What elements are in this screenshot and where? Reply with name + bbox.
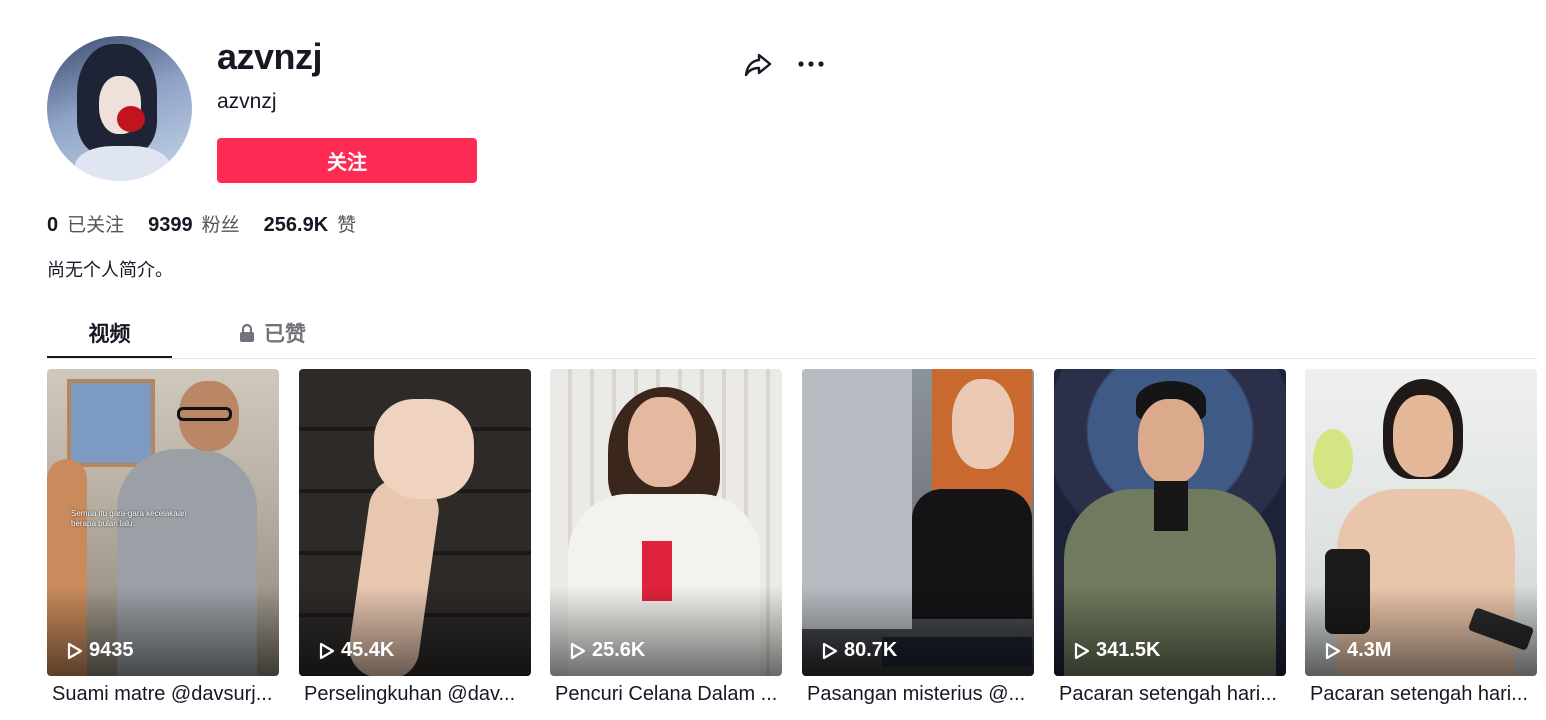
lock-icon [240,323,254,342]
profile-stats: 0 已关注 9399 粉丝 256.9K 赞 [47,210,380,237]
thumb-shade [1305,586,1537,676]
video-thumbnail[interactable]: 80.7K [802,369,1034,676]
follow-button[interactable]: 关注 [217,138,477,183]
profile-username: azvnzj [217,36,323,77]
avatar-rose [117,106,145,132]
thumb-figure [1154,481,1188,531]
profile-bio: 尚无个人简介。 [47,260,173,281]
tab-videos[interactable]: 视频 [47,310,172,358]
thumb-shade [550,586,782,676]
play-icon [1074,642,1090,659]
thumb-figure [1393,395,1453,477]
thumb-figure [952,379,1014,469]
video-card[interactable]: 4.3M Pacaran setengah hari... [1305,369,1537,706]
thumb-figure [374,399,474,499]
video-thumbnail[interactable]: 25.6K [550,369,782,676]
video-card[interactable]: 341.5K Pacaran setengah hari... [1054,369,1286,706]
tab-liked-label: 已赞 [264,322,306,346]
video-caption[interactable]: Pencuri Celana Dalam ... [550,683,780,706]
more-icon[interactable] [796,52,826,76]
play-icon [1325,642,1341,659]
thumb-shade [802,586,1034,676]
thumb-figure [177,407,232,421]
video-caption[interactable]: Perselingkuhan @dav... [299,683,529,706]
play-icon [67,642,83,659]
stat-followers-label: 粉丝 [201,214,240,236]
video-caption[interactable]: Pacaran setengah hari... [1305,683,1535,706]
view-count-value: 4.3M [1347,639,1392,661]
view-count-value: 341.5K [1096,639,1161,661]
play-icon [570,642,586,659]
video-thumbnail[interactable]: 45.4K [299,369,531,676]
view-count-value: 9435 [89,639,134,661]
share-icon[interactable] [743,49,773,79]
video-caption[interactable]: Pasangan misterius @... [802,683,1032,706]
stat-likes: 256.9K 赞 [264,210,357,237]
video-thumbnail[interactable]: Semua itu gara-gara kecelakaan berapa bu… [47,369,279,676]
view-count-value: 25.6K [592,639,646,661]
stat-following[interactable]: 0 已关注 [47,210,124,237]
view-count: 80.7K [822,639,897,662]
avatar-body [75,146,170,181]
thumb-shade [47,586,279,676]
profile-tabs: 视频 已赞 [47,310,1536,359]
view-count-value: 45.4K [341,639,395,661]
video-thumbnail[interactable]: 341.5K [1054,369,1286,676]
thumb-shade [1054,586,1286,676]
video-card[interactable]: 80.7K Pasangan misterius @... [802,369,1034,706]
tab-videos-label: 视频 [88,322,131,346]
view-count: 9435 [67,639,134,662]
stat-following-count: 0 [47,214,59,236]
video-card[interactable]: Semua itu gara-gara kecelakaan berapa bu… [47,369,279,706]
video-card[interactable]: 25.6K Pencuri Celana Dalam ... [550,369,782,706]
thumb-figure [67,379,155,467]
thumb-figure [1138,399,1204,484]
view-count: 25.6K [570,639,645,662]
avatar[interactable] [47,36,192,181]
video-caption[interactable]: Pacaran setengah hari... [1054,683,1284,706]
view-count: 45.4K [319,639,394,662]
tab-liked[interactable]: 已赞 [212,310,332,356]
video-subtitle: Semua itu gara-gara kecelakaan berapa bu… [71,509,187,528]
play-icon [822,642,838,659]
stat-likes-count: 256.9K [263,214,329,236]
play-icon [319,642,335,659]
video-caption[interactable]: Suami matre @davsurj... [47,683,277,706]
view-count: 341.5K [1074,639,1161,662]
view-count-value: 80.7K [844,639,898,661]
thumb-shade [299,586,531,676]
video-thumbnail[interactable]: 4.3M [1305,369,1537,676]
video-card[interactable]: 45.4K Perselingkuhan @dav... [299,369,531,706]
stat-followers-count: 9399 [148,214,193,236]
view-count: 4.3M [1325,639,1391,662]
thumb-figure [628,397,696,487]
thumb-figure [1313,429,1353,489]
profile-nickname: azvnzj [217,90,277,113]
stat-likes-label: 赞 [337,214,357,236]
stat-followers[interactable]: 9399 粉丝 [148,210,240,237]
stat-following-label: 已关注 [67,214,125,236]
